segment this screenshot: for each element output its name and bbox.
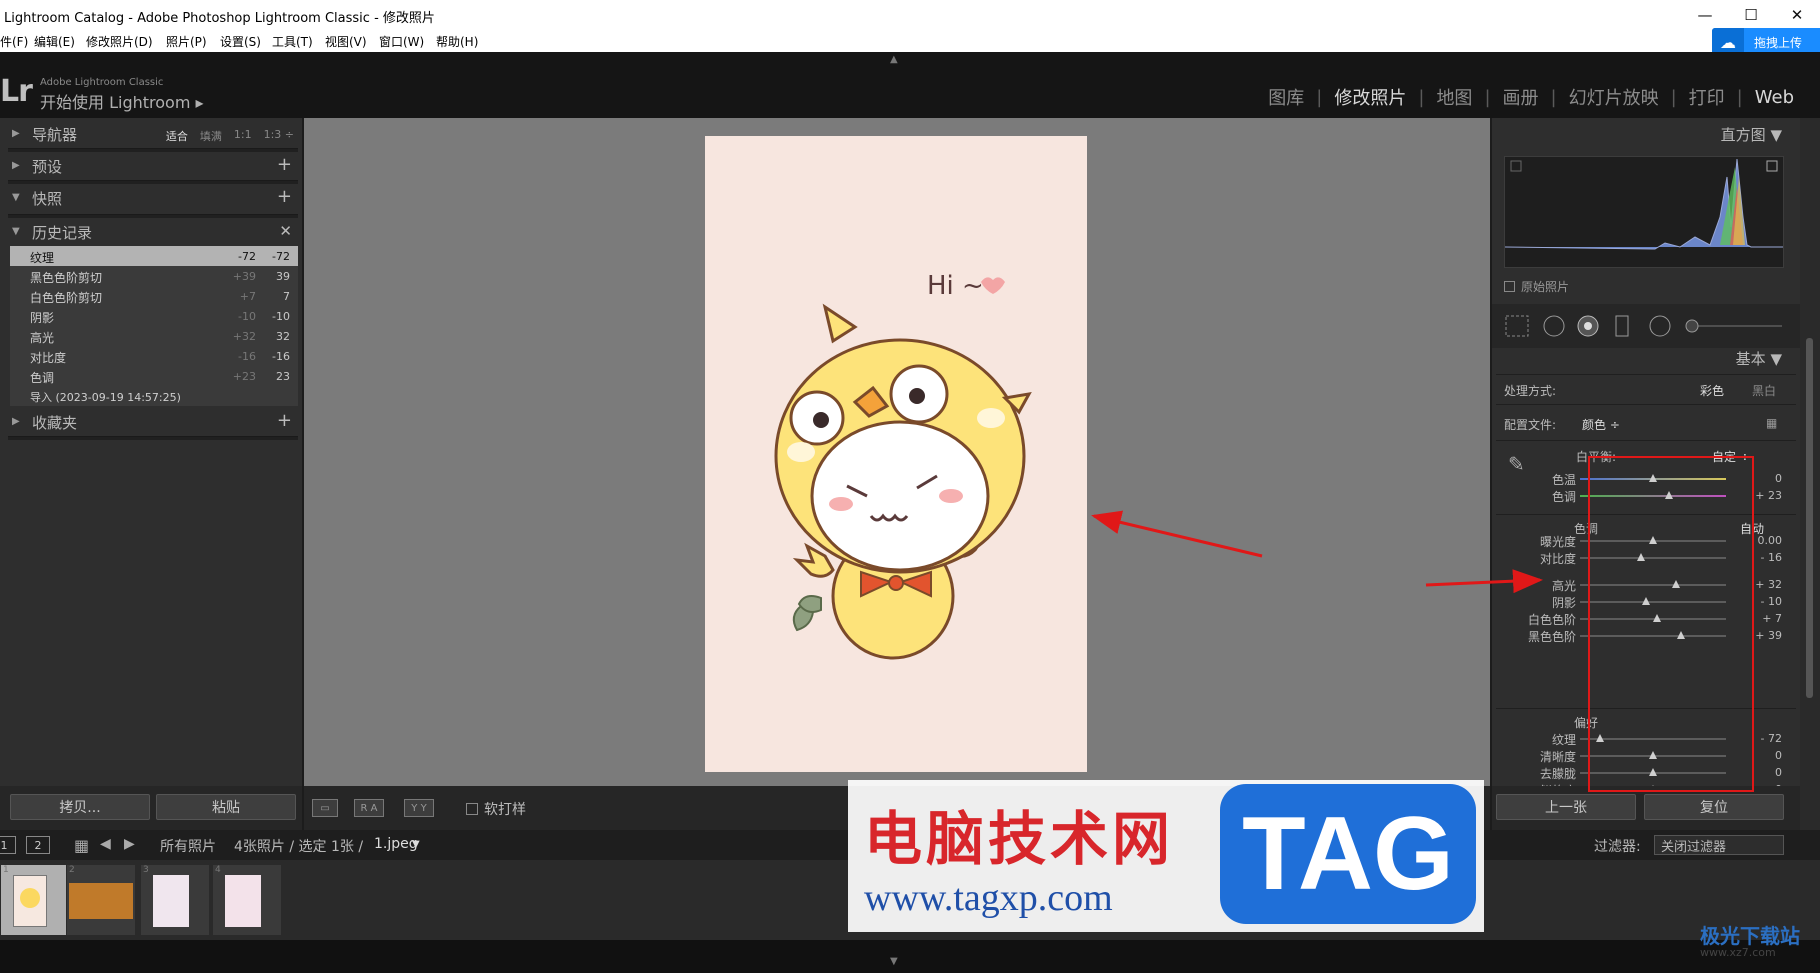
watermark-url: www.tagxp.com [864,877,1113,919]
watermark-tag-logo: TAG [1220,784,1476,924]
watermark-cn: 电脑技术网 [864,805,1175,873]
lightroom-window: Lightroom Catalog - Adobe Photoshop Ligh… [0,0,1820,973]
watermark-2: 极光下载站 www.xz7.com [1700,924,1800,959]
watermark: 电脑技术网 www.tagxp.com TAG [848,780,1484,932]
